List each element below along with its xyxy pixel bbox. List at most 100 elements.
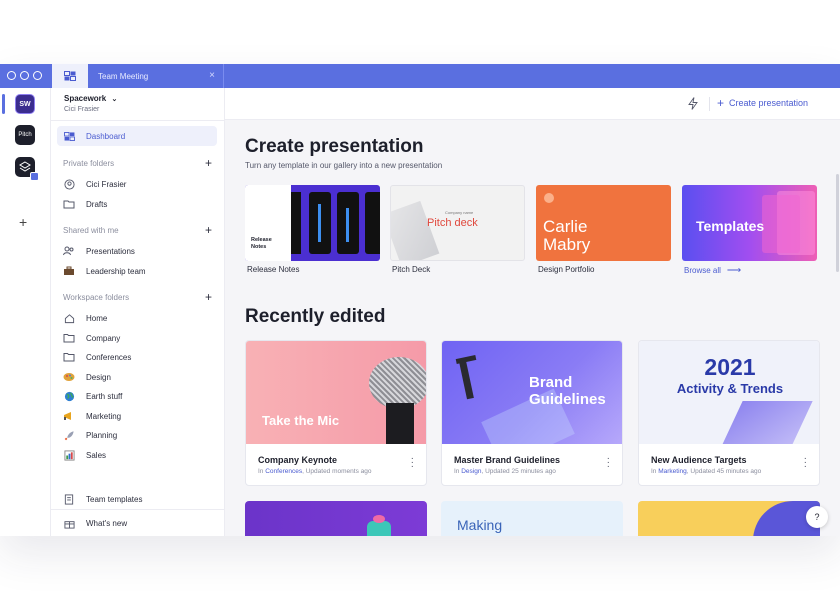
more-options-icon[interactable]: · · · [804, 454, 807, 472]
add-workspace-folder-button[interactable]: + [205, 290, 212, 304]
more-options-icon[interactable]: · · · [411, 454, 414, 472]
tab-team-meeting[interactable]: Team Meeting × [88, 64, 224, 88]
palette-icon [63, 371, 75, 383]
sidebar-item-drafts[interactable]: Drafts [57, 194, 217, 214]
thumb-title: Brand Guidelines [529, 374, 606, 408]
sidebar-item-label: Cici Frasier [86, 179, 127, 189]
presentation-card-audience-targets[interactable]: 2021 Activity & Trends New Audience Targ… [638, 340, 820, 486]
draft-folder-icon [63, 198, 75, 210]
thumb-phone [309, 192, 331, 254]
thumb-object [373, 515, 385, 523]
folder-link[interactable]: Marketing [658, 468, 687, 475]
create-presentation-label: Create presentation [729, 98, 809, 108]
sidebar-item-label: Design [86, 372, 111, 382]
thumb-title: Carlie Mabry [543, 217, 591, 254]
workspace-rail: SW Pitch + [0, 88, 51, 536]
add-private-folder-button[interactable]: + [205, 156, 212, 170]
workspace-spacework[interactable]: SW [15, 94, 35, 114]
sidebar-item-whats-new[interactable]: What's new [57, 513, 217, 533]
folder-link[interactable]: Conferences [265, 468, 302, 475]
divider [51, 509, 225, 510]
thumb-title: Making [457, 517, 503, 533]
sidebar-item-label: Marketing [86, 411, 122, 421]
notification-badge [30, 172, 39, 181]
meta-prefix: In [651, 468, 657, 475]
more-options-icon[interactable]: · · · [607, 454, 610, 472]
thumb-title: Activity & Trends [676, 381, 784, 396]
presentation-card[interactable] [245, 501, 427, 536]
sidebar-item-company[interactable]: Company [57, 328, 217, 348]
lightning-icon[interactable] [688, 97, 698, 115]
sidebar-item-label: Home [86, 313, 108, 323]
thumb-card-stack [762, 195, 800, 253]
thumb-phone [337, 192, 359, 254]
meta-prefix: In [454, 468, 460, 475]
browse-all-link[interactable]: Browse all ⟶ [684, 265, 741, 276]
template-gallery[interactable]: Templates [682, 185, 817, 261]
card-thumbnail: Take the Mic [246, 341, 426, 444]
workspace-pitch[interactable]: Pitch [15, 125, 35, 145]
sidebar-item-sales[interactable]: Sales [57, 445, 217, 465]
template-design-portfolio[interactable]: Carlie Mabry [536, 185, 671, 261]
template-label: Pitch Deck [392, 265, 431, 274]
sidebar-item-label: Planning [86, 430, 118, 440]
meta-prefix: In [258, 468, 264, 475]
sidebar-item-team-templates[interactable]: Team templates [57, 489, 217, 509]
workspace-switcher[interactable]: Spacework ⌄ [64, 94, 117, 103]
sidebar-item-conferences[interactable]: Conferences [57, 347, 217, 367]
window-minimize-control[interactable] [20, 71, 29, 80]
thumb-small-text: Company name [445, 210, 474, 215]
card-meta: In Marketing, Updated 45 minutes ago [651, 468, 762, 475]
divider [51, 120, 225, 121]
sidebar-item-label: Earth stuff [86, 391, 123, 401]
sidebar-item-marketing[interactable]: Marketing [57, 406, 217, 426]
thumb-object [459, 360, 474, 400]
private-folders-title: Private folders [63, 159, 115, 168]
section-title: Recently edited [245, 306, 386, 327]
presentation-card[interactable] [638, 501, 820, 536]
dashboard-tab[interactable] [52, 64, 88, 88]
template-release-notes[interactable]: Release Notes [245, 185, 380, 261]
card-thumbnail: 2021 Activity & Trends [639, 341, 819, 444]
updated-text: Updated 45 minutes ago [690, 468, 762, 475]
presentation-card-brand-guidelines[interactable]: Brand Guidelines Master Brand Guidelines… [441, 340, 623, 486]
sidebar-item-home[interactable]: Home [57, 308, 217, 328]
sidebar-item-label: Drafts [86, 199, 108, 209]
folder-link[interactable]: Design [461, 468, 481, 475]
divider [709, 97, 710, 111]
top-header: + Create presentation [225, 88, 840, 120]
folder-icon [63, 351, 75, 363]
workspace-layers[interactable] [15, 157, 39, 181]
template-pitch-deck[interactable]: Company name Pitch deck [390, 185, 525, 261]
scrollbar[interactable] [836, 174, 839, 272]
thumb-object [391, 200, 440, 260]
add-workspace-button[interactable]: + [19, 214, 27, 230]
sidebar-item-label: Leadership team [86, 266, 146, 276]
sidebar-item-leadership-team[interactable]: Leadership team [57, 261, 217, 281]
sidebar-item-earth-stuff[interactable]: Earth stuff [57, 386, 217, 406]
thumb-title: Pitch deck [427, 217, 478, 229]
close-tab-icon[interactable]: × [209, 70, 215, 81]
sidebar-item-dashboard[interactable]: Dashboard [57, 126, 217, 146]
tab-label: Team Meeting [98, 71, 149, 81]
template-icon [63, 493, 75, 505]
page-subtitle: Turn any template in our gallery into a … [245, 161, 443, 170]
sidebar-item-cici-frasier[interactable]: Cici Frasier [57, 174, 217, 194]
presentation-card-company-keynote[interactable]: Take the Mic Company Keynote In Conferen… [245, 340, 427, 486]
window-maximize-control[interactable] [33, 71, 42, 80]
arrow-right-icon: ⟶ [726, 265, 742, 276]
help-button[interactable]: ? [806, 506, 828, 528]
sidebar-item-presentations[interactable]: Presentations [57, 241, 217, 261]
sidebar-item-design[interactable]: Design [57, 367, 217, 387]
browse-all-label: Browse all [684, 266, 721, 275]
presentation-card[interactable]: Making [441, 501, 623, 536]
user-circle-icon [63, 178, 75, 190]
window-close-control[interactable] [7, 71, 16, 80]
create-presentation-button[interactable]: + Create presentation [717, 96, 808, 110]
globe-icon [63, 390, 75, 402]
user-name: Cici Frasier [64, 106, 100, 113]
add-shared-button[interactable]: + [205, 223, 212, 237]
card-title: Master Brand Guidelines [454, 455, 561, 465]
sidebar-item-planning[interactable]: Planning [57, 425, 217, 445]
briefcase-icon [63, 265, 75, 277]
